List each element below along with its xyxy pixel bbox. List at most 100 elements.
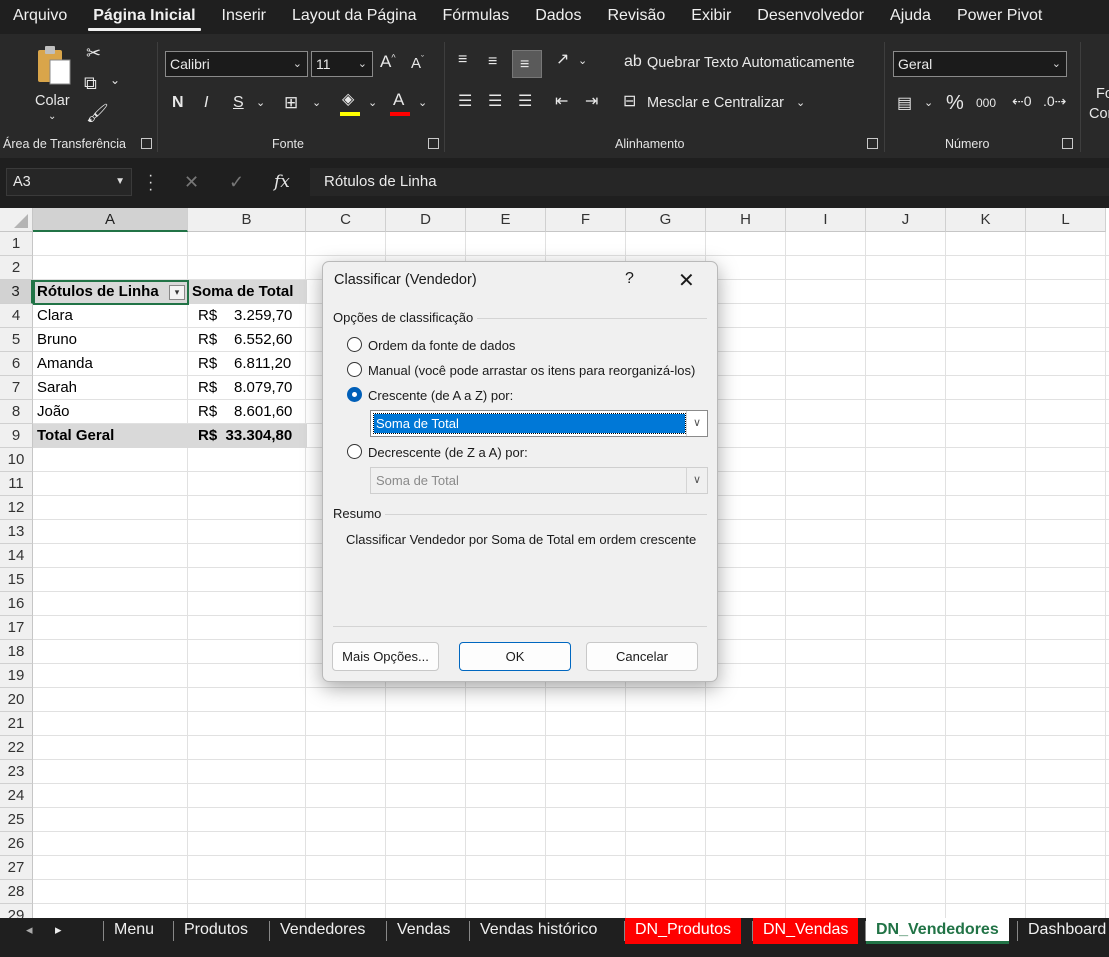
pivot-row-value[interactable]: 6.552,60	[234, 328, 292, 352]
font-size-select[interactable]: 11 ⌄	[311, 51, 373, 77]
pivot-row-value[interactable]: 8.079,70	[234, 376, 292, 400]
copy-icon[interactable]: ⧉	[84, 74, 97, 92]
row-header-27[interactable]: 27	[0, 856, 33, 880]
chevron-down-icon[interactable]: ⌄	[796, 98, 805, 109]
borders-icon[interactable]: ⊞	[284, 94, 298, 111]
pivot-row-label[interactable]: Bruno	[37, 328, 77, 352]
row-header-8[interactable]: 8	[0, 400, 33, 424]
radio-descending-label[interactable]: Decrescente (de Z a A) por:	[368, 445, 528, 460]
row-header-10[interactable]: 10	[0, 448, 33, 472]
chevron-down-icon[interactable]: ⌄	[110, 74, 120, 86]
underline-button[interactable]: S	[233, 94, 244, 112]
column-header-i[interactable]: I	[786, 208, 866, 232]
number-format-select[interactable]: Geral ⌄	[893, 51, 1067, 77]
column-header-j[interactable]: J	[866, 208, 946, 232]
paste-button[interactable]: Colar ⌄	[26, 42, 78, 122]
radio-data-source-order-label[interactable]: Ordem da fonte de dados	[368, 338, 515, 353]
radio-manual[interactable]	[347, 362, 362, 377]
row-header-23[interactable]: 23	[0, 760, 33, 784]
row-header-9[interactable]: 9	[0, 424, 33, 448]
chevron-down-icon[interactable]: ⌄	[924, 98, 933, 109]
pivot-row-labels-header[interactable]: Rótulos de Linha	[37, 280, 159, 304]
row-header-2[interactable]: 2	[0, 256, 33, 280]
sheet-tab-menu[interactable]: Menu	[104, 918, 164, 944]
column-header-k[interactable]: K	[946, 208, 1026, 232]
row-header-26[interactable]: 26	[0, 832, 33, 856]
sheet-tab-dn-produtos[interactable]: DN_Produtos	[625, 918, 742, 944]
sheet-tab-dn-vendedores[interactable]: DN_Vendedores	[866, 918, 1009, 944]
formula-input[interactable]: Rótulos de Linha	[310, 168, 1109, 196]
font-color-button[interactable]: A	[390, 90, 412, 118]
row-header-19[interactable]: 19	[0, 664, 33, 688]
font-name-select[interactable]: Calibri ⌄	[165, 51, 308, 77]
pivot-total-label[interactable]: Total Geral	[37, 424, 114, 448]
chevron-down-icon[interactable]: ⌄	[256, 98, 265, 109]
pivot-row-label[interactable]: João	[37, 400, 70, 424]
tab-power-pivot[interactable]: Power Pivot	[944, 0, 1055, 34]
row-header-20[interactable]: 20	[0, 688, 33, 712]
row-header-4[interactable]: 4	[0, 304, 33, 328]
number-dialog-launcher[interactable]	[1062, 138, 1073, 149]
pivot-sum-header[interactable]: Soma de Total	[192, 280, 293, 304]
ok-button[interactable]: OK	[459, 642, 571, 671]
tab-arquivo[interactable]: Arquivo	[0, 0, 80, 34]
format-painter-icon[interactable]: 🖌	[86, 104, 109, 122]
ascending-field-select[interactable]: Soma de Total ∨	[370, 410, 708, 437]
sheet-tab-vendedores[interactable]: Vendedores	[270, 918, 375, 944]
radio-ascending-label[interactable]: Crescente (de A a Z) por:	[368, 388, 513, 403]
sheet-tab-vendas-hist-rico[interactable]: Vendas histórico	[470, 918, 607, 944]
row-header-1[interactable]: 1	[0, 232, 33, 256]
shrink-font-button[interactable]: Aˇ	[411, 54, 424, 72]
align-left-icon[interactable]: ☰	[458, 94, 472, 110]
pivot-row-value[interactable]: 3.259,70	[234, 304, 292, 328]
tab-revisao[interactable]: Revisão	[594, 0, 678, 34]
tab-desenvolvedor[interactable]: Desenvolvedor	[744, 0, 877, 34]
column-header-c[interactable]: C	[306, 208, 386, 232]
row-header-11[interactable]: 11	[0, 472, 33, 496]
chevron-down-icon[interactable]: ⌄	[368, 98, 377, 109]
clipboard-dialog-launcher[interactable]	[141, 138, 152, 149]
comma-style-button[interactable]: 000	[976, 96, 996, 110]
align-right-icon[interactable]: ☰	[518, 94, 532, 110]
radio-manual-label[interactable]: Manual (você pode arrastar os itens para…	[368, 363, 695, 378]
row-header-18[interactable]: 18	[0, 640, 33, 664]
merge-center-button[interactable]: Mesclar e Centralizar	[647, 95, 784, 111]
radio-ascending[interactable]	[347, 387, 362, 402]
sheet-tab-produtos[interactable]: Produtos	[174, 918, 258, 944]
fill-color-button[interactable]: ◈	[340, 92, 362, 118]
italic-button[interactable]: I	[204, 94, 208, 112]
column-header-l[interactable]: L	[1026, 208, 1106, 232]
tab-layout-da-pagina[interactable]: Layout da Página	[279, 0, 430, 34]
font-dialog-launcher[interactable]	[428, 138, 439, 149]
filter-dropdown-icon[interactable]: ▾	[169, 285, 185, 300]
pivot-row-label[interactable]: Clara	[37, 304, 73, 328]
tab-exibir[interactable]: Exibir	[678, 0, 744, 34]
orientation-icon[interactable]: ↗	[556, 52, 569, 68]
decrease-indent-icon[interactable]: ⇤	[555, 94, 568, 110]
row-header-25[interactable]: 25	[0, 808, 33, 832]
row-header-14[interactable]: 14	[0, 544, 33, 568]
confirm-entry-icon[interactable]: ✓	[229, 172, 244, 193]
pivot-row-value[interactable]: 8.601,60	[234, 400, 292, 424]
align-center-icon[interactable]: ☰	[488, 94, 502, 110]
increase-indent-icon[interactable]: ⇥	[585, 94, 598, 110]
column-header-g[interactable]: G	[626, 208, 706, 232]
more-options-button[interactable]: Mais Opções...	[332, 642, 439, 671]
help-button[interactable]: ?	[625, 270, 634, 288]
select-all-corner[interactable]	[0, 208, 33, 232]
sheet-tab-vendas[interactable]: Vendas	[387, 918, 460, 944]
pivot-row-label[interactable]: Sarah	[37, 376, 77, 400]
more-options-icon[interactable]: · · ·	[148, 168, 153, 198]
sheet-tab-dn-vendas[interactable]: DN_Vendas	[753, 918, 859, 944]
percent-style-button[interactable]: %	[946, 92, 964, 115]
tab-ajuda[interactable]: Ajuda	[877, 0, 944, 34]
alignment-dialog-launcher[interactable]	[867, 138, 878, 149]
row-header-29[interactable]: 29	[0, 904, 33, 918]
tab-formulas[interactable]: Fórmulas	[430, 0, 523, 34]
chevron-down-icon[interactable]: ⌄	[418, 98, 427, 109]
chevron-down-icon[interactable]: ⌄	[578, 56, 587, 67]
column-header-d[interactable]: D	[386, 208, 466, 232]
row-header-24[interactable]: 24	[0, 784, 33, 808]
row-header-16[interactable]: 16	[0, 592, 33, 616]
row-header-21[interactable]: 21	[0, 712, 33, 736]
